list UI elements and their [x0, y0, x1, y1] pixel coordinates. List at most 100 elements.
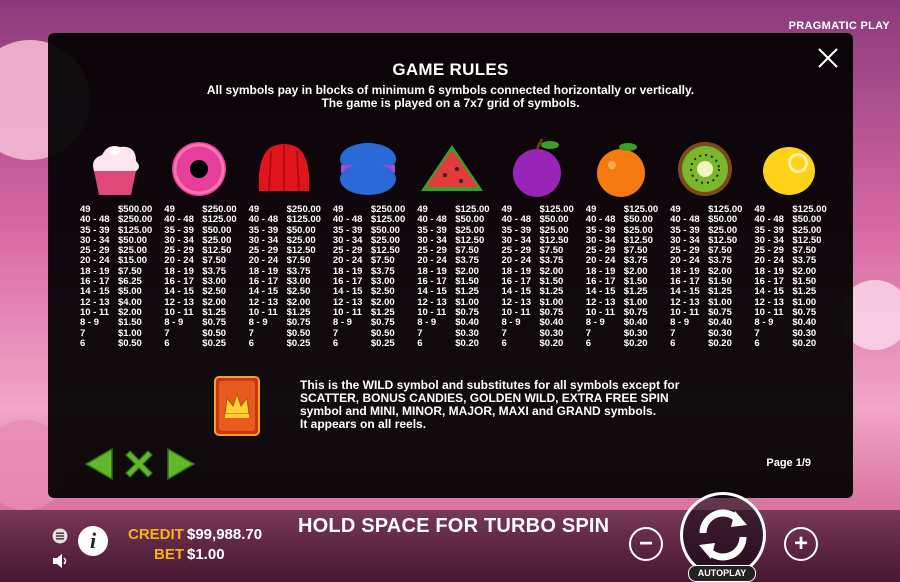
symbol-count: 7 [332, 327, 339, 339]
symbol-count: 7 [248, 327, 254, 339]
symbol-count: 6 [80, 337, 86, 349]
arrow-left-icon [84, 447, 113, 481]
payout-value: $0.20 [792, 337, 817, 349]
prev-page-button[interactable] [84, 447, 114, 486]
payout-value: $0.20 [708, 337, 732, 349]
donut-icon [172, 142, 227, 196]
x-icon [125, 450, 153, 478]
paytable-row: 6 $0.20 [501, 337, 586, 349]
symbol-column: 49 $125.00 40 - 48 $50.00 35 - 39 $25.00 30 - … [502, 137, 586, 349]
symbol-count: 7 [754, 327, 760, 339]
rules-subtitle-line: The game is played on a 7x7 grid of symb… [321, 96, 580, 110]
paytable-list: 49 $250.00 40 - 48 $125.00 35 - 39 $50.00 30 -… [248, 204, 333, 349]
turbo-spin-hint: HOLD SPACE FOR TURBO SPIN [298, 515, 610, 537]
symbol-column: 49 $125.00 40 - 48 $50.00 35 - 39 $25.00 30 - … [586, 137, 670, 349]
macaron-icon [339, 143, 396, 195]
brand-logo: PRAGMATIC PLAY [788, 20, 890, 32]
increase-bet-button[interactable]: + [784, 527, 818, 561]
payout-value: $0.20 [455, 337, 479, 349]
symbol-count: 8 - 9 [164, 317, 184, 329]
symbol-column: 49 $250.00 40 - 48 $125.00 35 - 39 $50.00 30 -… [164, 137, 248, 349]
credit-label: CREDIT [128, 526, 184, 543]
jelly-icon [258, 144, 309, 192]
paytable-list: 49 $250.00 40 - 48 $125.00 35 - 39 $50.00 30 -… [332, 204, 417, 349]
paytable-row: 6 $0.20 [585, 337, 670, 349]
sound-icon[interactable] [52, 553, 70, 569]
symbol-count: 7 [164, 327, 170, 339]
symbol-count: 8 - 9 [332, 317, 352, 329]
next-page-button[interactable] [166, 447, 196, 486]
cupcake-icon [93, 146, 139, 195]
paytable-list: 49 $125.00 40 - 48 $50.00 35 - 39 $25.00 30 - … [417, 204, 501, 349]
wild-crown-icon [214, 376, 260, 436]
symbol-count: 7 [670, 327, 676, 339]
symbol-count: 8 - 9 [754, 317, 774, 329]
payout-value: $0.25 [202, 337, 227, 349]
paytable-row: 6 $0.20 [754, 337, 838, 349]
bet-value: $1.00 [187, 546, 225, 563]
credit-value: $99,988.70 [187, 526, 263, 543]
paytable-row: 6 $0.20 [670, 337, 754, 349]
page-indicator: Page 1/9 [766, 457, 811, 469]
symbol-count: 8 - 9 [670, 317, 690, 329]
paytable-list: 49 $250.00 40 - 48 $125.00 35 - 39 $50.00 30 -… [164, 204, 248, 349]
page-title: GAME RULES [392, 60, 509, 79]
wild-description: This is the WILD symbol and substitutes … [300, 379, 760, 431]
payout-value: $0.50 [118, 337, 142, 349]
symbol-count: 8 - 9 [501, 317, 521, 329]
orange-icon [596, 143, 645, 197]
spin-arrows-icon [699, 509, 747, 561]
symbol-count: 6 [501, 337, 507, 349]
paytable-list: 49 $125.00 40 - 48 $50.00 35 - 39 $25.00 30 - … [670, 204, 754, 349]
paytable-row: 6 $0.25 [248, 337, 333, 349]
symbol-count: 7 [417, 327, 423, 339]
wild-text-line: It appears on all reels. [300, 417, 427, 431]
paytable-row: 6 $0.25 [332, 337, 417, 349]
arrow-right-icon [167, 447, 196, 481]
autoplay-button[interactable]: AUTOPLAY [688, 565, 756, 582]
watermelon-icon [421, 145, 484, 191]
paytable-list: 49 $500.00 40 - 48 $250.00 35 - 39 $125.00 30 … [80, 204, 164, 349]
plum-icon [512, 138, 561, 197]
symbol-column: 49 $125.00 40 - 48 $50.00 35 - 39 $25.00 30 - … [670, 137, 754, 349]
game-rules-panel: GAME RULES All symbols pay in blocks of … [48, 33, 853, 498]
symbol-count: 6 [585, 337, 592, 349]
paytable-row: 6 $0.25 [164, 337, 248, 349]
paytable-row: 6 $0.50 [80, 337, 164, 349]
paytable-list: 49 $125.00 40 - 48 $50.00 35 - 39 $25.00 30 - … [754, 204, 838, 349]
symbol-count: 8 - 9 [80, 317, 100, 329]
page-navigation [84, 447, 196, 481]
rules-subtitle: All symbols pay in blocks of minimum 6 s… [48, 84, 853, 110]
symbol-column: 49 $125.00 40 - 48 $50.00 35 - 39 $25.00 30 - … [754, 137, 838, 349]
symbol-count: 7 [80, 327, 86, 339]
symbol-count: 8 - 9 [248, 317, 268, 329]
symbol-column: 49 $250.00 40 - 48 $125.00 35 - 39 $50.00 30 -… [333, 137, 417, 349]
payout-value: $0.25 [370, 337, 395, 349]
symbol-count: 7 [501, 327, 507, 339]
menu-icon[interactable] [52, 528, 68, 544]
payout-value: $0.20 [539, 337, 564, 349]
bet-label: BET [154, 546, 184, 563]
symbol-count: 6 [164, 337, 170, 349]
paytable-list: 49 $125.00 40 - 48 $50.00 35 - 39 $25.00 30 - … [585, 204, 670, 349]
symbol-count: 7 [585, 327, 592, 339]
lemon-icon [763, 147, 816, 195]
payout-value: $0.25 [286, 337, 311, 349]
close-rules-button[interactable] [122, 447, 156, 486]
symbol-count: 6 [417, 337, 423, 349]
symbol-column: 49 $250.00 40 - 48 $125.00 35 - 39 $50.00 30 -… [249, 137, 333, 349]
paytable-grid: 49 $500.00 40 - 48 $250.00 35 - 39 $125.00 30 … [80, 137, 840, 349]
symbol-count: 6 [670, 337, 676, 349]
decrease-bet-button[interactable]: − [629, 527, 663, 561]
symbol-count: 8 - 9 [585, 317, 605, 329]
symbol-count: 6 [332, 337, 339, 349]
symbol-count: 6 [754, 337, 760, 349]
symbol-column: 49 $125.00 40 - 48 $50.00 35 - 39 $25.00 30 - … [417, 137, 501, 349]
symbol-column: 49 $500.00 40 - 48 $250.00 35 - 39 $125.00 30 … [80, 137, 164, 349]
payout-value: $0.20 [623, 337, 648, 349]
symbol-count: 6 [248, 337, 254, 349]
info-button[interactable]: i [78, 526, 108, 556]
kiwi-icon [678, 142, 733, 196]
paytable-list: 49 $125.00 40 - 48 $50.00 35 - 39 $25.00 30 - … [501, 204, 586, 349]
paytable-row: 6 $0.20 [417, 337, 501, 349]
